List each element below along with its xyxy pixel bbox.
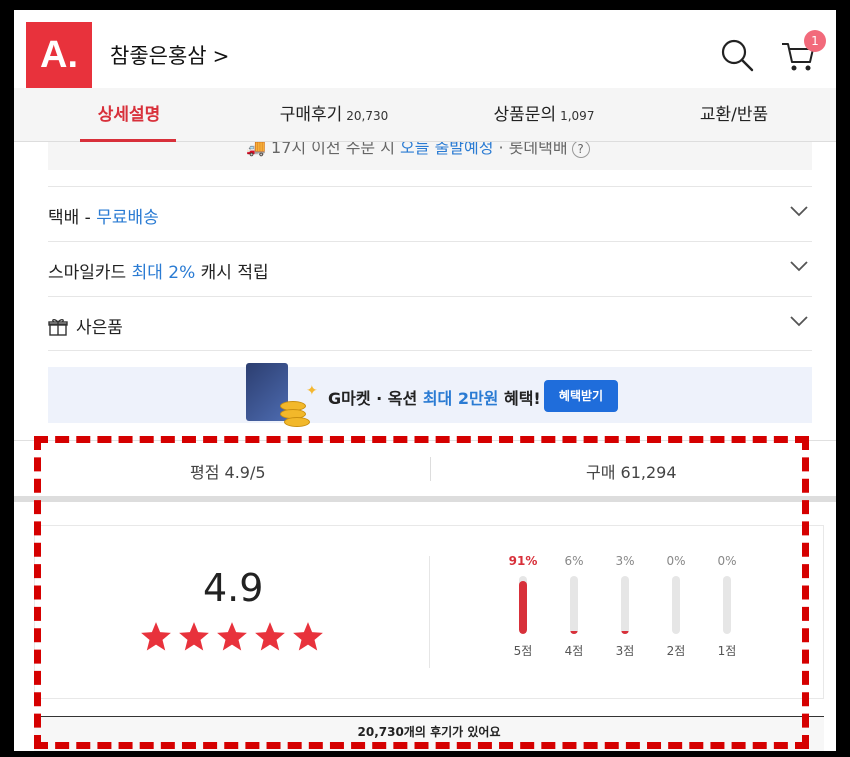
- store-name: 참좋은홍삼: [110, 44, 207, 68]
- coin-icon: [284, 417, 310, 427]
- distribution-column: 91% 5점: [503, 554, 543, 659]
- rating-summary-card: 4.9 91% 5점 6% 4점 3% 3점 0% 2점 0% 1점: [34, 525, 824, 699]
- row-label: 사은품: [76, 318, 123, 338]
- chevron-down-icon[interactable]: [790, 205, 808, 217]
- tab-inquiries[interactable]: 상품문의 1,097: [464, 88, 624, 142]
- delivery-suffix: · 롯데택배: [493, 142, 568, 157]
- distribution-percent: 0%: [717, 554, 737, 568]
- gift-row[interactable]: 사은품: [48, 296, 812, 351]
- reviews-count: 20,730개의 후기가 있어요: [34, 716, 824, 751]
- product-tabs: 상세설명 구매후기 20,730 상품문의 1,097 교환/반품: [14, 88, 836, 142]
- row-prefix: 택배 -: [48, 208, 97, 228]
- tab-label: 상품문의: [493, 105, 557, 125]
- get-benefit-button[interactable]: 혜택받기: [544, 380, 618, 412]
- distribution-bar: [723, 576, 731, 634]
- banner-suffix: 혜택!: [498, 389, 541, 408]
- smilecard-row[interactable]: 스마일카드 최대 2% 캐시 적립: [48, 241, 812, 296]
- help-icon[interactable]: ?: [571, 142, 590, 158]
- distribution-bar: [570, 576, 578, 634]
- row-accent: 무료배송: [96, 208, 159, 228]
- distribution-label: 4점: [564, 644, 584, 658]
- delivery-notice-text: 🚚 17시 이전 주문 시 오늘 출발예정 · 롯데택배?: [246, 142, 590, 158]
- star-icon: [141, 622, 171, 651]
- distribution-column: 6% 4점: [554, 554, 594, 659]
- tab-count: 20,730: [346, 109, 389, 123]
- banner-text: G마켓 · 옥션 최대 2만원 혜택!: [328, 385, 541, 409]
- distribution-column: 0% 1점: [707, 554, 747, 659]
- row-suffix: 캐시 적립: [195, 263, 269, 283]
- distribution-percent: 0%: [666, 554, 686, 568]
- delivery-notice: 🚚 17시 이전 주문 시 오늘 출발예정 · 롯데택배?: [48, 142, 812, 170]
- tab-exchange-return[interactable]: 교환/반품: [674, 88, 794, 142]
- rating-stat: 평점 4.9/5: [190, 463, 266, 482]
- distribution-percent: 3%: [615, 554, 635, 568]
- app-frame: A. 참좋은홍삼 > 1 상세설명 구매후기 20,730 상품문의 1,097 교환…: [14, 10, 836, 751]
- distribution-percent: 91%: [508, 554, 538, 568]
- distribution-bar-fill: [570, 631, 578, 634]
- star-icon: [255, 622, 285, 651]
- banner-prefix: G마켓 · 옥션: [328, 389, 423, 408]
- distribution-bar: [672, 576, 680, 634]
- shipping-text: 택배 - 무료배송: [48, 203, 159, 228]
- delivery-highlight: 오늘 출발예정: [400, 142, 494, 157]
- distribution-bar-fill: [519, 581, 527, 634]
- tab-label: 상세설명: [97, 105, 161, 125]
- stats-bar: 평점 4.9/5 구매 61,294: [14, 440, 836, 496]
- average-score: 4.9: [203, 566, 264, 610]
- star-icon: [293, 622, 323, 651]
- distribution-percent: 6%: [564, 554, 584, 568]
- distribution-label: 1점: [717, 644, 737, 658]
- truck-icon: 🚚: [246, 142, 272, 157]
- distribution-bar: [519, 576, 527, 634]
- header: A. 참좋은홍삼 > 1: [14, 10, 836, 88]
- chevron-down-icon[interactable]: [790, 315, 808, 327]
- tab-label: 교환/반품: [699, 105, 769, 125]
- section-separator: [14, 496, 836, 502]
- tab-count: 1,097: [560, 109, 595, 123]
- card-divider: [429, 556, 430, 668]
- stat-divider: [430, 457, 431, 481]
- gift-icon: [48, 319, 68, 336]
- cart-badge: 1: [804, 30, 826, 52]
- chevron-right-icon: >: [212, 44, 230, 68]
- tab-description[interactable]: 상세설명: [54, 88, 204, 142]
- chevron-down-icon[interactable]: [790, 260, 808, 272]
- smilecard-text: 스마일카드 최대 2% 캐시 적립: [48, 258, 269, 283]
- distribution-label: 5점: [513, 644, 533, 658]
- purchase-stat: 구매 61,294: [586, 463, 677, 482]
- promo-banner[interactable]: ✦ G마켓 · 옥션 최대 2만원 혜택! 혜택받기: [48, 363, 812, 427]
- store-name-link[interactable]: 참좋은홍삼 >: [110, 40, 229, 70]
- star-rating: [139, 620, 329, 658]
- search-icon[interactable]: [720, 38, 754, 72]
- distribution-label: 3점: [615, 644, 635, 658]
- tab-label: 구매후기: [279, 105, 343, 125]
- distribution-column: 3% 3점: [605, 554, 645, 659]
- star-icon: [217, 622, 247, 651]
- star-icon: [179, 622, 209, 651]
- distribution-column: 0% 2점: [656, 554, 696, 659]
- sparkle-icon: ✦: [306, 383, 318, 399]
- shipping-row[interactable]: 택배 - 무료배송: [48, 186, 812, 241]
- gift-text: 사은품: [48, 313, 123, 338]
- row-accent: 최대 2%: [131, 263, 196, 283]
- banner-accent: 최대 2만원: [422, 389, 499, 408]
- delivery-prefix: 17시 이전 주문 시: [271, 142, 401, 157]
- auction-logo[interactable]: A.: [26, 22, 92, 88]
- distribution-label: 2점: [666, 644, 686, 658]
- distribution-bar-fill: [621, 631, 629, 634]
- tab-reviews[interactable]: 구매후기 20,730: [254, 88, 414, 142]
- row-prefix: 스마일카드: [48, 263, 132, 283]
- distribution-bar: [621, 576, 629, 634]
